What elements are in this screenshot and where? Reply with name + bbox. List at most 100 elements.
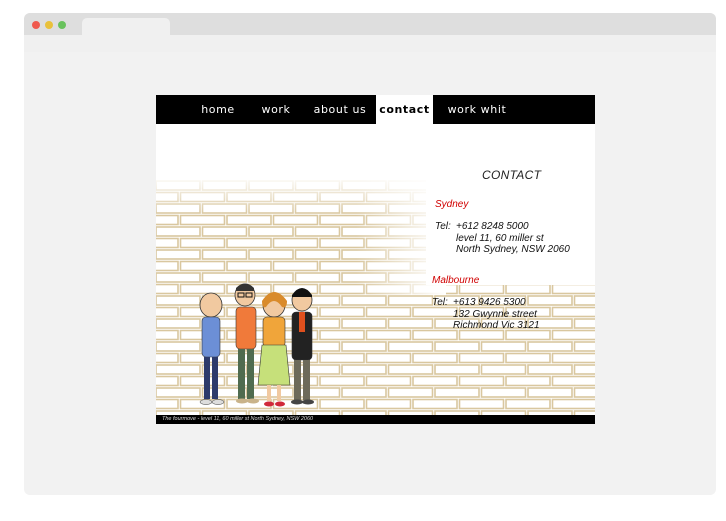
brick	[505, 398, 551, 410]
brick	[365, 398, 412, 410]
brick	[248, 272, 294, 283]
brick	[156, 226, 201, 237]
maximize-window-icon[interactable]	[58, 21, 66, 29]
brick	[480, 364, 527, 375]
brick	[156, 295, 201, 306]
brick	[248, 226, 294, 237]
brick	[458, 352, 505, 364]
brick	[365, 375, 412, 387]
brick	[156, 249, 201, 260]
city-sydney: Sydney	[435, 199, 469, 210]
nav-about-us[interactable]: about us	[308, 95, 372, 124]
brick	[365, 306, 412, 318]
brick	[156, 283, 179, 295]
brick	[201, 249, 248, 260]
brick	[573, 341, 595, 352]
brick	[156, 398, 179, 410]
brick	[551, 329, 595, 341]
brick	[527, 364, 573, 375]
brick	[319, 398, 365, 410]
brick	[412, 398, 458, 410]
brick	[319, 329, 365, 341]
brick	[156, 375, 179, 387]
brick	[226, 237, 272, 249]
brick	[248, 249, 294, 260]
brick	[551, 375, 595, 387]
brick	[226, 214, 272, 226]
brick	[434, 364, 480, 375]
brick	[341, 364, 387, 375]
brick	[387, 364, 434, 375]
brick	[341, 387, 387, 398]
brick	[573, 295, 595, 306]
brick	[387, 318, 434, 329]
browser-window: home work about us contact work whit us …	[24, 13, 716, 495]
brick	[551, 283, 595, 295]
brick	[272, 214, 319, 226]
brick	[341, 318, 387, 329]
nav-home[interactable]: home	[194, 95, 242, 124]
website-page: home work about us contact work whit us …	[156, 95, 595, 424]
browser-tab[interactable]	[82, 18, 170, 35]
sydney-address-line2: North Sydney, NSW 2060	[456, 244, 570, 255]
nav-contact[interactable]: contact	[376, 95, 433, 124]
brick	[201, 226, 248, 237]
brick	[551, 306, 595, 318]
brick	[179, 260, 226, 272]
brick	[365, 329, 412, 341]
brick	[505, 352, 551, 364]
brick	[179, 283, 226, 295]
brick	[573, 387, 595, 398]
melbourne-address-block: Tel: +613 9426 5300 132 Gwynne street Ric…	[432, 297, 540, 332]
brick	[505, 375, 551, 387]
brick	[294, 387, 341, 398]
brick	[156, 352, 179, 364]
sydney-phone: +612 8248 5000	[456, 221, 529, 232]
brick	[458, 375, 505, 387]
brick	[319, 375, 365, 387]
brick	[480, 387, 527, 398]
brick	[156, 306, 179, 318]
brick	[294, 249, 341, 260]
main-navigation: home work about us contact work whit us	[156, 95, 595, 145]
brick	[412, 352, 458, 364]
brick	[272, 237, 319, 249]
brick	[434, 341, 480, 352]
brick	[387, 341, 434, 352]
brick	[412, 375, 458, 387]
brick	[505, 329, 551, 341]
brick	[156, 318, 201, 329]
brick	[201, 272, 248, 283]
brick	[551, 352, 595, 364]
brick	[156, 214, 179, 226]
brick	[156, 260, 179, 272]
footer-bar: The fourmove - level 11, 60 miller st No…	[156, 415, 595, 424]
close-window-icon[interactable]	[32, 21, 40, 29]
tab-bar	[24, 13, 716, 35]
sydney-address-block: Tel: +612 8248 5000 level 11, 60 miller s…	[435, 221, 570, 256]
nav-work[interactable]: work	[254, 95, 298, 124]
brick	[505, 283, 551, 295]
brick	[179, 237, 226, 249]
sydney-address-line1: level 11, 60 miller st	[456, 232, 544, 244]
brick	[294, 364, 341, 375]
brick	[573, 318, 595, 329]
nav-work-with-us[interactable]: work whit us	[440, 95, 514, 145]
brick	[156, 341, 201, 352]
brick	[527, 387, 573, 398]
brick	[319, 352, 365, 364]
minimize-window-icon[interactable]	[45, 21, 53, 29]
brick	[156, 387, 201, 398]
browser-toolbar	[24, 35, 716, 52]
city-melbourne: Malbourne	[432, 275, 480, 286]
brick	[179, 214, 226, 226]
tel-label: Tel:	[432, 297, 448, 308]
melbourne-address-line1: 132 Gwynne street	[453, 308, 537, 320]
melbourne-address-line2: Richmond Vic 3121	[453, 320, 540, 331]
brick	[272, 260, 319, 272]
brick	[341, 341, 387, 352]
brick	[412, 329, 458, 341]
brick	[156, 237, 179, 249]
tel-label: Tel:	[435, 221, 451, 232]
brick	[294, 226, 341, 237]
